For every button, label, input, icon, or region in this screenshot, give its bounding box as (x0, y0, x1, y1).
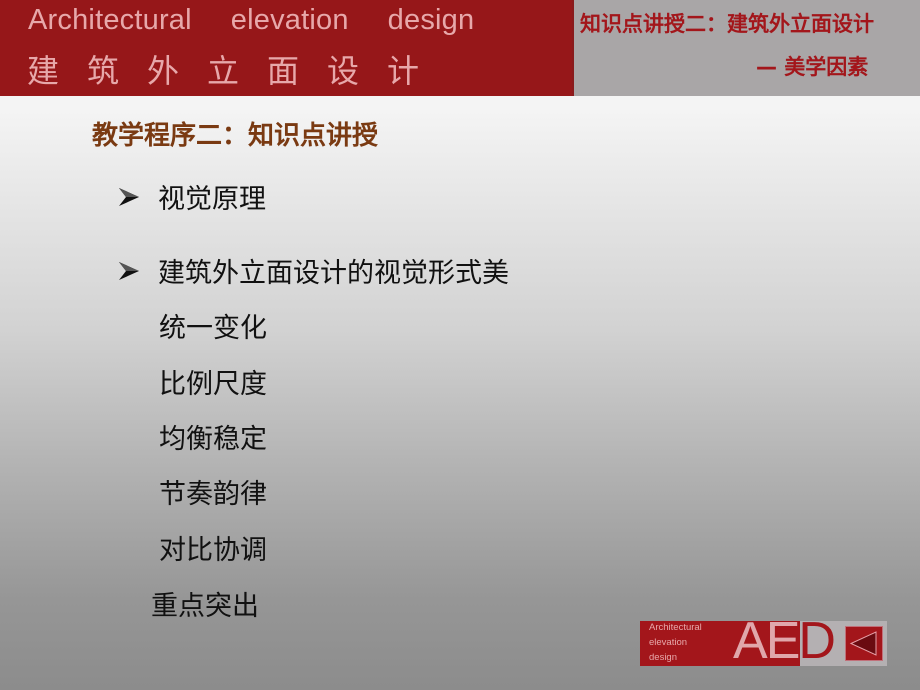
logo-small-text: elevation (649, 637, 688, 648)
aed-logo: Architectural elevation design AED (640, 615, 887, 667)
bullet-text: 建筑外立面设计的视觉形式美 (158, 258, 509, 289)
sub-item: 统一变化 (159, 313, 267, 344)
sub-item: 对比协调 (159, 535, 267, 566)
sub-item: 均衡稳定 (159, 424, 267, 455)
triangle-left-icon (849, 631, 877, 656)
topic-subtitle: — 美学因素 (756, 55, 869, 79)
header-chinese-title: 建筑外立面设计 (27, 52, 448, 90)
slide-title: 教学程序二：知识点讲授 (92, 121, 379, 151)
bullet-item: 视觉原理 (118, 177, 266, 216)
back-button[interactable] (845, 626, 883, 661)
topic-panel: 知识点讲授二：建筑外立面设计 — 美学因素 (572, 0, 920, 96)
header-word: design (387, 4, 475, 36)
arrowhead-bullet-icon (118, 187, 158, 207)
header-word: Architectural (28, 4, 192, 36)
logo-small-text: Architectural (649, 622, 702, 633)
logo-letter: E (765, 612, 801, 670)
sub-item: 节奏韵律 (159, 479, 267, 510)
logo-small-text: design (649, 652, 677, 663)
sub-item: 重点突出 (151, 591, 259, 622)
bullet-text: 视觉原理 (158, 184, 266, 215)
bullet-item: 建筑外立面设计的视觉形式美 (118, 251, 509, 290)
topic-title: 知识点讲授二：建筑外立面设计 (580, 12, 874, 36)
header-word: elevation (230, 4, 349, 36)
logo-letter: A (733, 612, 768, 670)
logo-aed-letters: AED (733, 612, 836, 670)
header-english-title: Architectural elevation design (28, 4, 474, 37)
sub-item: 比例尺度 (159, 369, 267, 400)
arrowhead-bullet-icon (118, 261, 158, 281)
header-banner: Architectural elevation design 建筑外立面设计 (0, 0, 572, 96)
logo-letter: D (798, 612, 836, 670)
